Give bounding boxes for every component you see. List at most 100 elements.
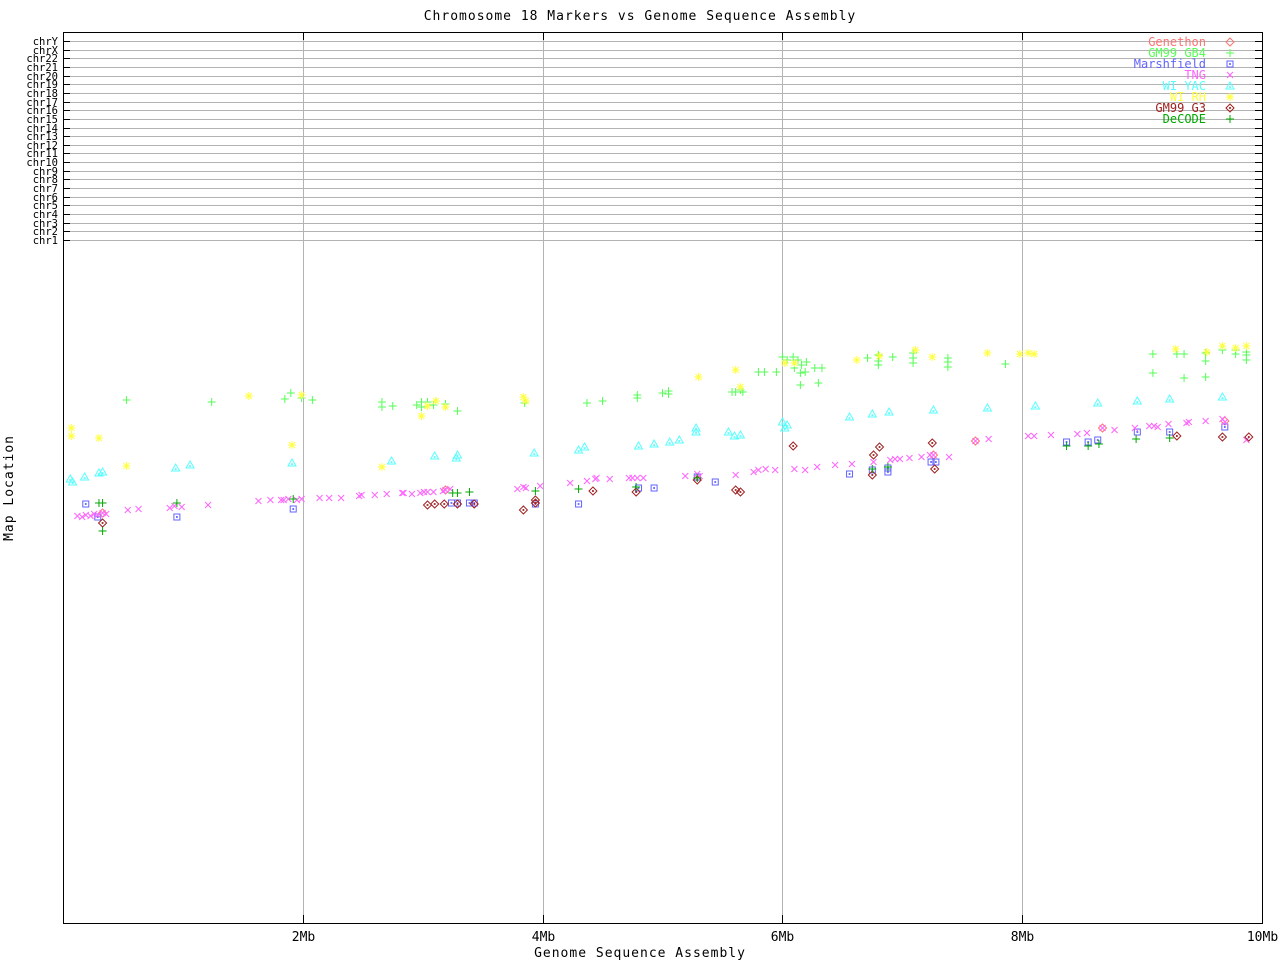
data-point	[316, 494, 323, 502]
data-point	[801, 368, 810, 376]
data-point	[280, 395, 289, 403]
data-point	[870, 458, 877, 466]
data-point	[579, 441, 590, 451]
data-point	[649, 438, 659, 448]
data-point	[1024, 349, 1033, 357]
data-point	[1094, 436, 1102, 444]
data-point	[453, 407, 462, 415]
series-wi-yac	[65, 391, 1228, 486]
data-point	[867, 408, 878, 418]
data-point	[1030, 432, 1038, 440]
data-point	[308, 396, 317, 404]
data-point	[124, 506, 132, 514]
data-point	[762, 465, 769, 473]
data-point	[408, 490, 416, 498]
data-point	[674, 434, 685, 444]
data-point	[888, 353, 897, 361]
legend-marker-icon	[1225, 80, 1235, 90]
data-point	[439, 499, 449, 509]
data-point	[982, 402, 993, 412]
data-point	[583, 477, 591, 485]
data-point	[1148, 369, 1157, 377]
data-point	[465, 488, 474, 496]
data-point	[453, 499, 461, 507]
legend-marker-icon	[1226, 115, 1234, 123]
data-point	[810, 364, 819, 372]
data-point	[1131, 424, 1139, 432]
data-point	[417, 403, 426, 411]
data-point	[911, 346, 920, 354]
data-point	[1024, 432, 1032, 440]
data-point	[972, 437, 979, 445]
data-point	[82, 500, 90, 508]
data-point	[514, 485, 521, 493]
data-point	[848, 460, 856, 468]
data-point	[844, 411, 855, 421]
data-point	[1218, 342, 1227, 350]
x-tick-label: 2Mb	[292, 930, 316, 945]
data-point	[906, 454, 913, 462]
data-point	[244, 392, 253, 400]
data-point	[178, 503, 186, 511]
data-point	[288, 441, 297, 449]
data-point	[1111, 426, 1118, 434]
data-point	[760, 368, 769, 376]
data-point	[424, 488, 431, 496]
data-point	[1030, 400, 1041, 410]
data-point	[204, 501, 212, 509]
data-point	[813, 463, 821, 471]
data-point	[575, 500, 583, 508]
data-point	[582, 399, 591, 407]
series-gm99-gb4	[122, 346, 1251, 415]
data-point	[1099, 424, 1106, 432]
data-point	[694, 373, 703, 381]
data-point	[1231, 344, 1240, 352]
data-point	[1132, 395, 1143, 405]
data-point	[377, 463, 386, 471]
data-point	[518, 505, 529, 515]
data-point	[423, 402, 432, 410]
data-point	[831, 461, 839, 469]
data-point	[1164, 393, 1175, 403]
legend-marker-icon	[1226, 71, 1234, 79]
data-point	[429, 450, 440, 460]
data-point	[386, 455, 397, 465]
data-point	[801, 466, 809, 474]
data-point	[633, 474, 641, 482]
data-point	[1202, 417, 1210, 425]
data-point	[1001, 360, 1010, 368]
y-axis-label: chr1	[33, 235, 58, 247]
data-point	[325, 494, 333, 502]
data-point	[207, 398, 216, 406]
data-point	[1015, 350, 1024, 358]
data-point	[1094, 440, 1103, 448]
legend: GenethonGM99 GB4MarshfieldTNGWI YACWI RH…	[1134, 35, 1235, 126]
data-point	[566, 479, 574, 487]
data-point	[1171, 345, 1180, 353]
data-point	[772, 368, 781, 376]
data-point	[98, 527, 107, 535]
data-point	[255, 497, 262, 505]
data-point	[928, 404, 939, 414]
data-point	[453, 489, 462, 497]
series-tng	[74, 415, 1250, 521]
data-point	[928, 353, 937, 361]
x-tick-label: 10Mb	[1247, 930, 1278, 945]
data-point	[529, 447, 540, 457]
data-point	[536, 482, 544, 490]
x-tick-label: 4Mb	[532, 930, 556, 945]
series-marshfield	[82, 423, 1229, 521]
data-point	[863, 354, 872, 362]
data-point	[929, 464, 940, 474]
data-point	[918, 453, 925, 461]
data-point	[400, 489, 407, 497]
data-point	[791, 465, 798, 473]
data-point	[658, 389, 667, 397]
data-point	[521, 397, 530, 405]
data-point	[1202, 348, 1211, 356]
legend-marker-icon	[1226, 60, 1234, 68]
data-point	[383, 490, 391, 498]
legend-label: DeCODE	[1163, 112, 1206, 126]
series-gm99-g3	[97, 431, 1254, 528]
data-point	[927, 438, 937, 448]
